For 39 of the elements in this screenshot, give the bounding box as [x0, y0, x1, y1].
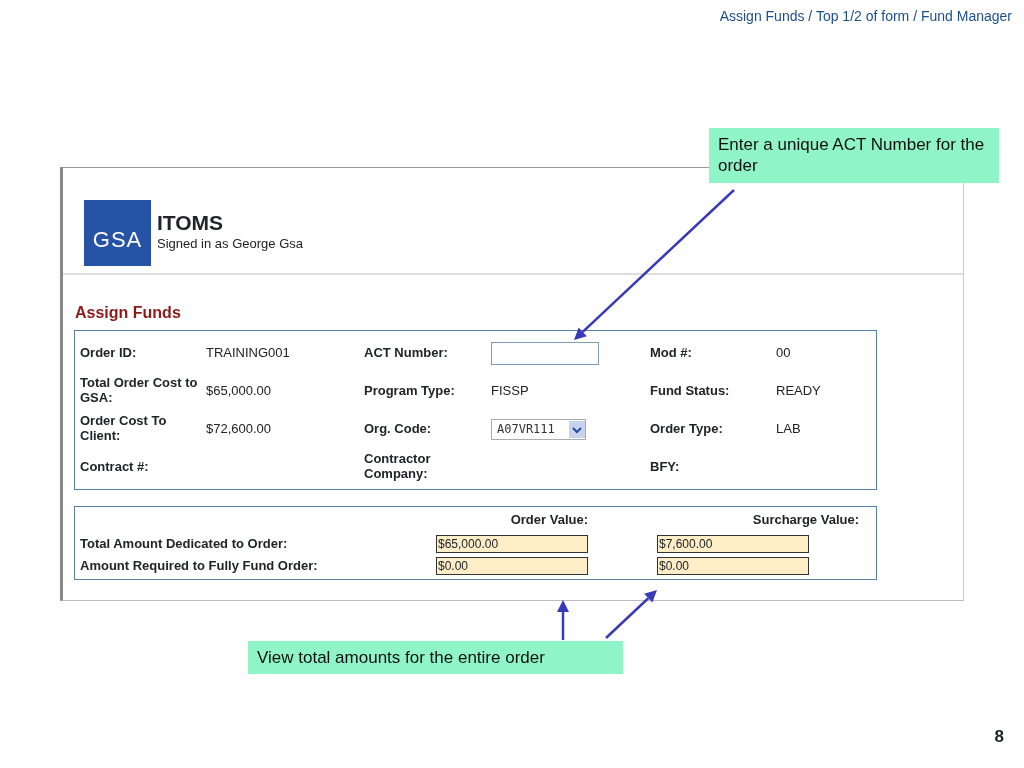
field-label: Total Order Cost to GSA:: [80, 376, 199, 406]
column-header: Surcharge Value:: [751, 511, 859, 529]
slide-title: Assign Funds / Top 1/2 of form / Fund Manager: [719, 7, 1012, 26]
field-label: Order Type:: [650, 421, 723, 437]
column-header: Order Value:: [509, 511, 588, 529]
field-value: READY: [776, 382, 821, 401]
field-label: ACT Number:: [364, 345, 448, 361]
field-label: Contract #:: [80, 459, 149, 475]
dropdown[interactable]: A07VR111: [491, 418, 586, 440]
field-value: FISSP: [491, 382, 529, 401]
field-label: Order ID:: [80, 345, 137, 361]
text-input-field[interactable]: [491, 341, 599, 365]
field-value: $72,600.00: [206, 420, 272, 439]
page-heading: Assign Funds: [75, 303, 182, 323]
signed-in-text: Signed in as George Gsa: [157, 234, 303, 253]
callout-note: View total amounts for the entire order: [248, 641, 623, 675]
field-value: $65,000.00: [206, 382, 272, 401]
field-label: Contractor Company:: [364, 452, 432, 482]
amount-field: $0.00: [657, 557, 809, 575]
amount-field: $7,600.00: [657, 535, 809, 553]
field-value: 00: [776, 344, 791, 363]
field-label: Order Cost To Client:: [80, 414, 168, 444]
amount-field: $65,000.00: [436, 535, 588, 553]
field-label: Program Type:: [364, 383, 455, 399]
row-label: Amount Required to Fully Fund Order:: [80, 557, 318, 573]
field-value: LAB: [776, 420, 801, 439]
page-number: 8: [994, 726, 1004, 748]
field-label: Org. Code:: [364, 421, 432, 437]
row-label: Total Amount Dedicated to Order:: [80, 535, 288, 551]
logo: GSA: [84, 199, 151, 266]
arrow: [605, 590, 657, 639]
field-label: Fund Status:: [650, 383, 730, 399]
field-label: BFY:: [650, 459, 680, 475]
amount-field: $0.00: [436, 557, 588, 575]
app-title: ITOMS: [157, 211, 225, 234]
arrow: [557, 600, 569, 640]
field-label: Mod #:: [650, 345, 692, 361]
callout-note: Enter a unique ACT Number for the order: [709, 128, 999, 183]
field-value: TRAINING001: [206, 344, 290, 363]
